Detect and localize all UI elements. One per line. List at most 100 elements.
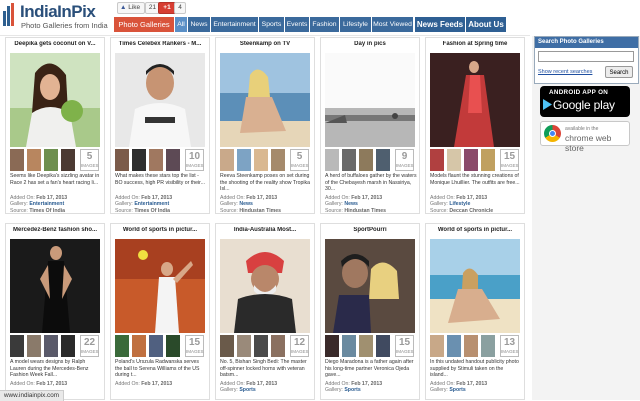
thumbnail[interactable]	[271, 149, 285, 171]
thumbnail[interactable]	[27, 335, 41, 357]
gallery-link[interactable]: Entertainment	[134, 201, 169, 207]
thumbnail[interactable]	[464, 149, 478, 171]
card-image[interactable]	[115, 53, 205, 147]
site-logo[interactable]: IndiaInPix Photo Galleries from India	[3, 2, 109, 32]
nav-most-viewed[interactable]: Most Viewed	[372, 17, 413, 32]
gallery-card[interactable]: Deepika gets coconut on V... 5 IMAGES See…	[5, 37, 105, 214]
like-label: Like	[128, 4, 141, 11]
nav-news-feeds[interactable]: News Feeds	[415, 17, 465, 32]
thumbnail[interactable]	[237, 335, 251, 357]
nav-sports[interactable]: Sports	[259, 17, 284, 32]
gallery-card[interactable]: Day in pics 9 IMAGES A herd of buffaloes …	[320, 37, 420, 214]
gallery-card[interactable]: SportPourri 15 IMAGES Diego Maradona is a…	[320, 223, 420, 400]
thumbnail[interactable]	[237, 149, 251, 171]
card-image[interactable]	[115, 239, 205, 333]
thumbnail[interactable]	[430, 335, 444, 357]
nav-entertainment[interactable]: Entertainment	[211, 17, 258, 32]
card-image[interactable]	[325, 239, 415, 333]
image-count-badge: 13 IMAGES	[500, 335, 519, 357]
thumbnail[interactable]	[325, 335, 339, 357]
card-title[interactable]: Mercedez-Benz fashion sho...	[6, 227, 104, 233]
chrome-web-store-badge[interactable]: available in the chrome web store	[540, 121, 630, 153]
card-image[interactable]	[220, 53, 310, 147]
thumbnail[interactable]	[132, 149, 146, 171]
nav-lifestyle[interactable]: Lifestyle	[340, 17, 371, 32]
gallery-card[interactable]: Mercedez-Benz fashion sho... 22 IMAGES A …	[5, 223, 105, 400]
thumbnail[interactable]	[271, 335, 285, 357]
thumbnail[interactable]	[220, 335, 234, 357]
gallery-link[interactable]: Sports	[344, 387, 360, 393]
thumbnail[interactable]	[61, 335, 75, 357]
thumbnail[interactable]	[481, 149, 495, 171]
card-image[interactable]	[10, 53, 100, 147]
nav-news[interactable]: News	[188, 17, 210, 32]
google-play-badge[interactable]: ANDROID APP ON Google play	[540, 86, 630, 117]
recent-searches-link[interactable]: Show recent searches	[538, 69, 592, 75]
gallery-card[interactable]: Steenkamp on TV 5 IMAGES Reeva Steenkamp …	[215, 37, 315, 214]
gallery-link[interactable]: Entertainment	[29, 201, 64, 207]
thumbnail[interactable]	[464, 335, 478, 357]
card-title[interactable]: Steenkamp on TV	[216, 41, 314, 47]
gallery-link[interactable]: Sports	[239, 387, 255, 393]
card-title[interactable]: SportPourri	[321, 227, 419, 233]
facebook-like-button[interactable]: ▲ Like	[117, 2, 145, 14]
gallery-link[interactable]: Sports	[449, 387, 465, 393]
card-image[interactable]	[220, 239, 310, 333]
card-image[interactable]	[430, 53, 520, 147]
nav-fashion[interactable]: Fashion	[310, 17, 339, 32]
thumbnail[interactable]	[115, 335, 129, 357]
thumbnail[interactable]	[430, 149, 444, 171]
thumbnail[interactable]	[447, 335, 461, 357]
nav-about-us[interactable]: About Us	[466, 17, 506, 32]
thumbnail[interactable]	[254, 149, 268, 171]
thumbnail[interactable]	[44, 149, 58, 171]
nav-events[interactable]: Events	[285, 17, 309, 32]
thumbnail[interactable]	[342, 149, 356, 171]
thumbnail[interactable]	[342, 335, 356, 357]
card-image[interactable]	[430, 239, 520, 333]
card-title[interactable]: Times Celebex Rankers - M...	[111, 41, 209, 47]
thumbnail[interactable]	[220, 149, 234, 171]
thumbnail[interactable]	[359, 335, 373, 357]
nav-all[interactable]: All	[175, 17, 187, 32]
card-title[interactable]: World of sports in pictur...	[426, 227, 524, 233]
thumbnail[interactable]	[10, 335, 24, 357]
gallery-card[interactable]: World of sports in pictur... 13 IMAGES In…	[425, 223, 525, 400]
thumbnail[interactable]	[325, 149, 339, 171]
nav-photo-galleries[interactable]: Photo Galleries	[114, 17, 174, 32]
thumbnail[interactable]	[61, 149, 75, 171]
search-panel-title: Search Photo Galleries	[535, 37, 638, 48]
card-image[interactable]	[10, 239, 100, 333]
card-title[interactable]: Deepika gets coconut on V...	[6, 41, 104, 47]
gallery-card[interactable]: India-Australia Most... 12 IMAGES No. 5, …	[215, 223, 315, 400]
thumbnail[interactable]	[481, 335, 495, 357]
thumbnail[interactable]	[115, 149, 129, 171]
thumbnail[interactable]	[166, 149, 180, 171]
card-title[interactable]: Fashion at Spring time	[426, 41, 524, 47]
gallery-link[interactable]: Lifestyle	[449, 201, 470, 207]
thumbnail[interactable]	[10, 149, 24, 171]
gallery-link[interactable]: News	[344, 201, 358, 207]
card-title[interactable]: World of sports in pictur...	[111, 227, 209, 233]
thumbnail[interactable]	[44, 335, 58, 357]
thumbnail[interactable]	[359, 149, 373, 171]
thumbnail[interactable]	[254, 335, 268, 357]
thumbnail[interactable]	[376, 149, 390, 171]
gallery-card[interactable]: World of sports in pictur... 15 IMAGES Po…	[110, 223, 210, 400]
thumbnail[interactable]	[132, 335, 146, 357]
gallery-card[interactable]: Fashion at Spring time 15 IMAGES Models f…	[425, 37, 525, 214]
gallery-card[interactable]: Times Celebex Rankers - M... 10 IMAGES Wh…	[110, 37, 210, 214]
card-title[interactable]: India-Australia Most...	[216, 227, 314, 233]
thumbnail[interactable]	[149, 149, 163, 171]
card-title[interactable]: Day in pics	[321, 41, 419, 47]
thumbnail[interactable]	[376, 335, 390, 357]
thumbnail[interactable]	[149, 335, 163, 357]
search-input[interactable]	[538, 51, 634, 62]
card-image[interactable]	[325, 53, 415, 147]
gallery-link[interactable]: News	[239, 201, 253, 207]
image-count-badge: 9 IMAGES	[395, 149, 414, 171]
thumbnail[interactable]	[27, 149, 41, 171]
thumbnail[interactable]	[166, 335, 180, 357]
search-button[interactable]: Search	[605, 66, 633, 78]
thumbnail[interactable]	[447, 149, 461, 171]
